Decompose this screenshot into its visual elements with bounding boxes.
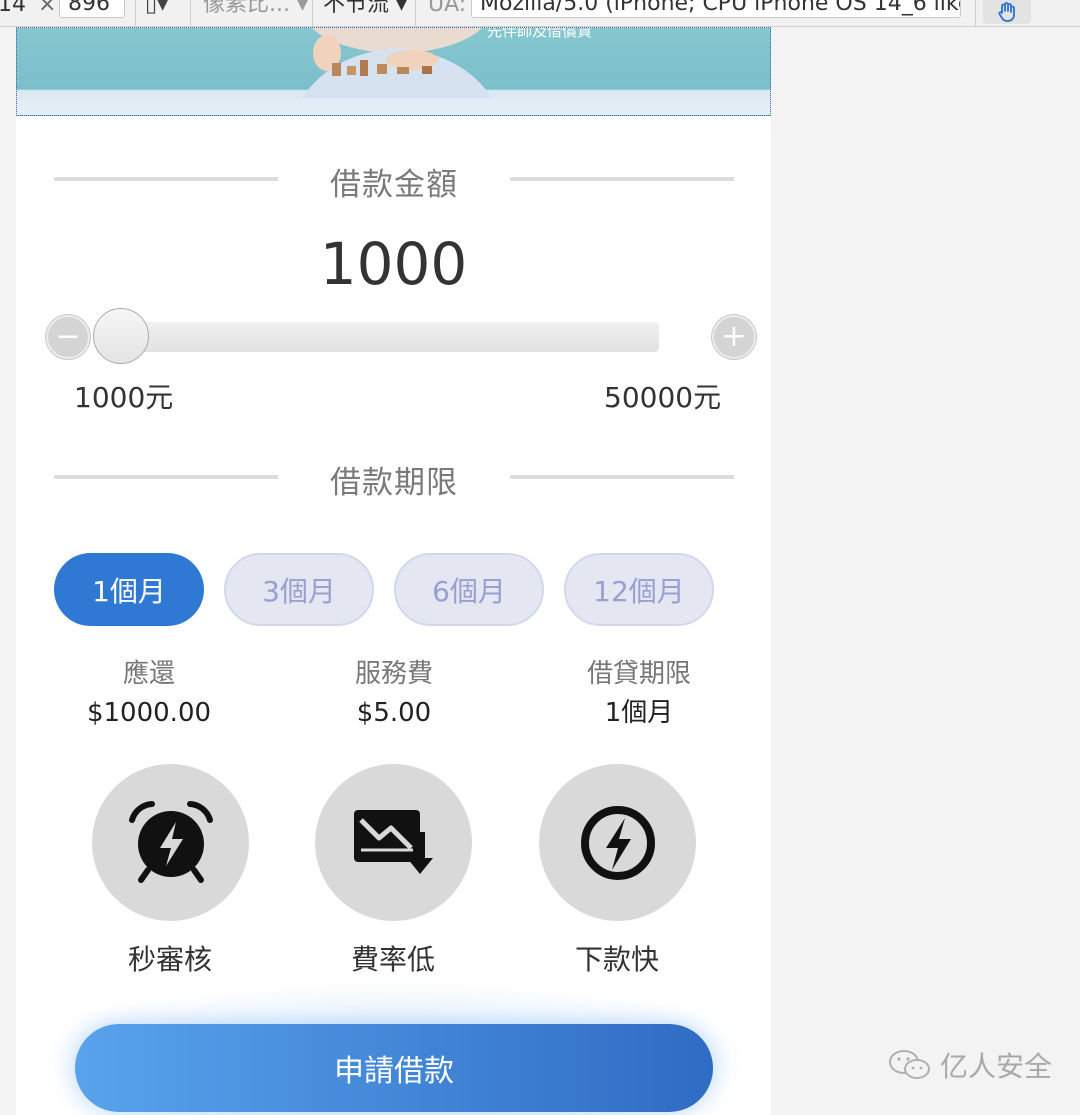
dimension-separator: × [38,0,57,17]
height-field[interactable]: 896 [59,0,125,18]
wechat-watermark: 亿人安全 [888,1045,1052,1085]
term-option-3-months[interactable]: 3個月 [224,553,374,626]
feature-low-rate-label: 費率低 [350,943,435,976]
toolbar-divider [135,0,136,26]
banner-caption: 先伴師及借償貸 [487,27,593,40]
throttle-select[interactable]: 不节流 ▾ [323,0,407,20]
feature-quick-payout-label: 下款快 [574,943,659,976]
device-pixel-ratio-select[interactable]: 像素比... ▾ [203,0,308,20]
device-mode-icon[interactable]: ▯▾ [145,0,168,20]
apply-loan-button[interactable]: 申請借款 [75,1024,713,1112]
amount-slider-track[interactable] [101,322,659,352]
ua-label: UA: [428,0,467,17]
feature-quick-payout [539,764,696,921]
term-option-6-months[interactable]: 6個月 [394,553,544,626]
service-fee-value: $5.00 [356,698,432,728]
service-fee-label: 服務費 [354,659,433,689]
loan-term-label: 借貸期限 [586,659,691,689]
toolbar-divider [415,0,416,26]
user-agent-input[interactable]: Mozilla/5.0 (iPhone; CPU iPhone OS 14_6 … [471,0,961,18]
term-option-1-month[interactable]: 1個月 [54,553,204,626]
max-amount-label: 50000元 [604,381,722,414]
decrease-amount-button[interactable]: − [46,315,90,359]
width-value[interactable]: 14 [0,0,26,20]
toolbar-divider [312,0,313,26]
alarm-clock-bolt-icon [129,801,213,883]
chart-down-icon [354,810,433,874]
min-amount-label: 1000元 [74,381,174,414]
minus-icon: − [55,319,81,354]
divider-line [510,177,734,181]
wechat-icon [889,1050,930,1079]
mobile-viewport: 先伴師及借償貸 借款金額 1000 − + 1000元 50000元 借款期限 … [16,27,771,1115]
banner-person-image [302,28,492,98]
repayment-label: 應還 [122,659,175,689]
loan-term-value: 1個月 [604,698,674,728]
term-option-12-months[interactable]: 12個月 [564,553,714,626]
loan-term-summary: 借貸期限 1個月 [519,657,759,733]
toolbar-divider [975,0,976,26]
divider-line [54,177,278,181]
repayment-value: $1000.00 [86,698,212,728]
touch-hand-icon[interactable] [983,0,1031,24]
divider-line [54,475,278,479]
loan-amount-value: 1000 [319,230,468,298]
feature-low-rate [315,764,472,921]
divider-line [510,475,734,479]
lightning-circle-icon [581,806,655,880]
amount-slider-thumb[interactable] [93,308,149,364]
feature-fast-review-label: 秒審核 [127,943,212,976]
term-section-title: 借款期限 [330,465,458,501]
feature-fast-review [92,764,249,921]
repayment-summary: 應還 $1000.00 [29,657,269,733]
amount-section-title: 借款金額 [330,167,458,203]
devtools-toolbar: 14 × 896 ▯▾ 像素比... ▾ 不节流 ▾ UA: Mozilla/5… [0,0,1080,27]
increase-amount-button[interactable]: + [712,315,756,359]
hero-banner: 先伴師及借償貸 [16,27,771,116]
plus-icon: + [721,319,747,354]
service-fee-summary: 服務費 $5.00 [274,657,514,733]
watermark-text: 亿人安全 [940,1050,1053,1083]
toolbar-divider [190,0,191,26]
